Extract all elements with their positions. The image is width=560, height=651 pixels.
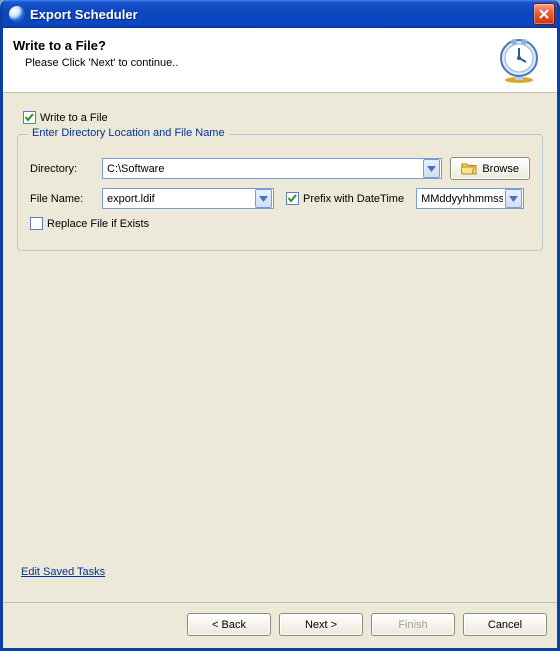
filename-value: export.ldif (107, 193, 253, 205)
prefix-datetime-checkbox[interactable]: Prefix with DateTime (286, 192, 404, 205)
prefix-datetime-label: Prefix with DateTime (303, 193, 404, 205)
chevron-down-icon (427, 166, 436, 172)
chevron-down-icon (259, 196, 268, 202)
datetime-format-dropdown[interactable]: MMddyyhhmmss (416, 188, 524, 209)
write-to-file-checkbox[interactable]: Write to a File (23, 111, 545, 124)
close-icon (539, 9, 549, 19)
filename-input[interactable]: export.ldif (102, 188, 274, 209)
directory-value: C:\Software (107, 163, 421, 175)
replace-file-label: Replace File if Exists (47, 218, 149, 230)
folder-icon (461, 162, 477, 175)
wizard-header: Write to a File? Please Click 'Next' to … (3, 28, 557, 93)
back-button[interactable]: < Back (187, 613, 271, 636)
datetime-format-value: MMddyyhhmmss (421, 193, 503, 205)
checkbox-icon (23, 111, 36, 124)
filename-dropdown-button[interactable] (255, 189, 272, 208)
chevron-down-icon (509, 196, 518, 202)
filename-label: File Name: (30, 193, 102, 205)
directory-input[interactable]: C:\Software (102, 158, 442, 179)
replace-file-checkbox[interactable]: Replace File if Exists (30, 217, 530, 230)
finish-button: Finish (371, 613, 455, 636)
directory-label: Directory: (30, 163, 102, 175)
wizard-body: Write to a File Enter Directory Location… (3, 93, 557, 602)
format-dropdown-button[interactable] (505, 189, 522, 208)
next-button[interactable]: Next > (279, 613, 363, 636)
browse-label: Browse (482, 163, 519, 175)
write-to-file-label: Write to a File (40, 112, 108, 124)
titlebar: Export Scheduler (3, 0, 557, 28)
cancel-button[interactable]: Cancel (463, 613, 547, 636)
clock-icon (493, 36, 545, 86)
checkbox-icon (286, 192, 299, 205)
directory-dropdown-button[interactable] (423, 159, 440, 178)
export-scheduler-window: Export Scheduler Write to a File? Please… (0, 0, 560, 651)
browse-button[interactable]: Browse (450, 157, 530, 180)
app-icon (9, 6, 25, 22)
close-button[interactable] (533, 3, 555, 25)
directory-filename-group: Enter Directory Location and File Name D… (17, 134, 543, 251)
page-subtitle: Please Click 'Next' to continue.. (25, 57, 487, 69)
group-legend: Enter Directory Location and File Name (28, 127, 229, 139)
wizard-footer: < Back Next > Finish Cancel (3, 602, 557, 648)
page-title: Write to a File? (13, 38, 487, 53)
window-title: Export Scheduler (30, 7, 533, 22)
edit-saved-tasks-link[interactable]: Edit Saved Tasks (21, 566, 105, 578)
checkbox-icon (30, 217, 43, 230)
